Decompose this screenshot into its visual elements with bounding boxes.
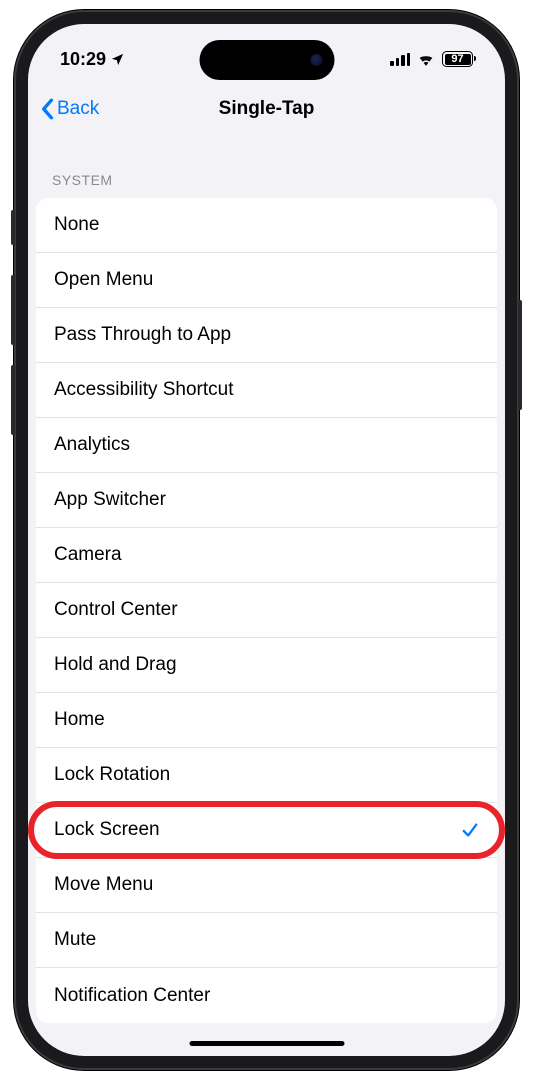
list-item-label: Control Center <box>54 599 178 621</box>
screen: 10:29 97 <box>28 24 505 1056</box>
battery-level: 97 <box>445 54 471 65</box>
list-item[interactable]: Control Center <box>36 583 497 638</box>
back-button[interactable]: Back <box>40 98 99 120</box>
status-left: 10:29 <box>60 49 125 70</box>
settings-list: None Open Menu Pass Through to App Accessib… <box>36 198 497 1023</box>
list-item-label: Open Menu <box>54 269 153 291</box>
back-label: Back <box>57 98 99 120</box>
list-item[interactable]: Hold and Drag <box>36 638 497 693</box>
chevron-left-icon <box>40 98 54 120</box>
status-right: 97 <box>390 51 473 67</box>
list-item-label: Analytics <box>54 434 130 456</box>
list-item[interactable]: Lock Screen <box>36 803 497 858</box>
cellular-signal-icon <box>390 53 410 66</box>
list-item[interactable]: None <box>36 198 497 253</box>
volume-down-button <box>11 365 15 435</box>
dynamic-island <box>199 40 334 80</box>
list-item-label: Lock Screen <box>54 819 160 841</box>
list-item-label: Lock Rotation <box>54 764 170 786</box>
list-item-label: Move Menu <box>54 874 153 896</box>
list-item-label: None <box>54 214 99 236</box>
list-item[interactable]: Analytics <box>36 418 497 473</box>
battery-icon: 97 <box>442 51 473 67</box>
front-camera <box>310 54 322 66</box>
list-item-label: Notification Center <box>54 985 210 1007</box>
list-item-label: Camera <box>54 544 122 566</box>
volume-up-button <box>11 275 15 345</box>
list-item[interactable]: Open Menu <box>36 253 497 308</box>
list-item[interactable]: Home <box>36 693 497 748</box>
list-item[interactable]: Lock Rotation <box>36 748 497 803</box>
status-time: 10:29 <box>60 49 106 70</box>
list-item-label: Mute <box>54 929 96 951</box>
home-indicator[interactable] <box>189 1041 344 1047</box>
location-icon <box>110 52 125 67</box>
power-button <box>518 300 522 410</box>
section-header: SYSTEM <box>28 134 505 198</box>
content: SYSTEM None Open Menu Pass Through to App A… <box>28 134 505 1023</box>
wifi-icon <box>417 52 435 66</box>
checkmark-icon <box>461 821 479 839</box>
list-item[interactable]: Mute <box>36 913 497 968</box>
nav-bar: Back Single-Tap <box>28 84 505 134</box>
phone-frame: 10:29 97 <box>14 10 519 1070</box>
list-item-label: Home <box>54 709 105 731</box>
list-item-label: Pass Through to App <box>54 324 231 346</box>
list-item-label: App Switcher <box>54 489 166 511</box>
list-item[interactable]: Move Menu <box>36 858 497 913</box>
list-item-label: Hold and Drag <box>54 654 177 676</box>
list-item[interactable]: App Switcher <box>36 473 497 528</box>
page-title: Single-Tap <box>219 98 315 120</box>
list-item[interactable]: Pass Through to App <box>36 308 497 363</box>
mute-switch <box>11 210 15 245</box>
list-item[interactable]: Accessibility Shortcut <box>36 363 497 418</box>
list-item[interactable]: Notification Center <box>36 968 497 1023</box>
list-item-label: Accessibility Shortcut <box>54 379 234 401</box>
list-item[interactable]: Camera <box>36 528 497 583</box>
